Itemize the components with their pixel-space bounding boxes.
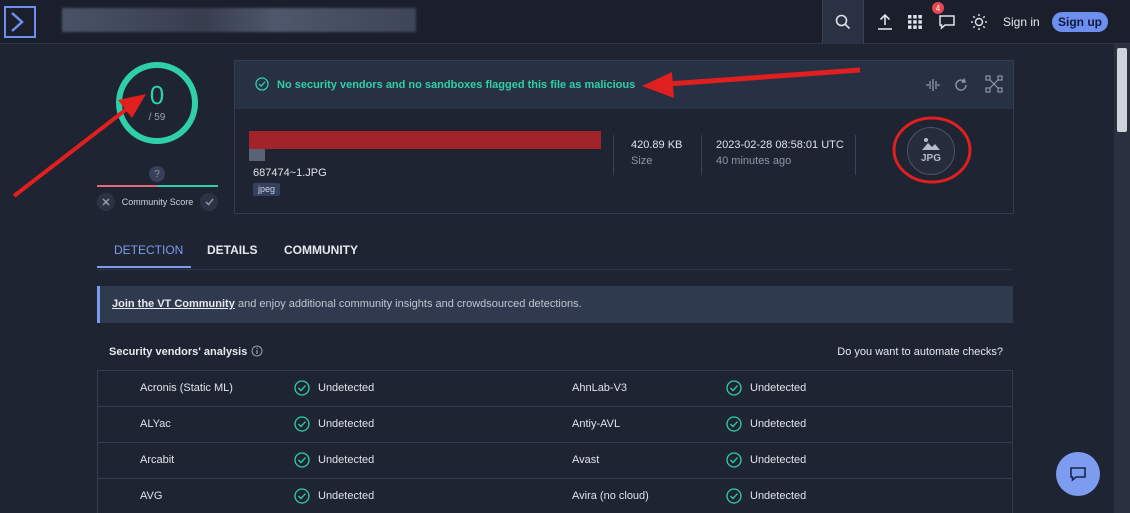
detection-count: 0 xyxy=(149,80,165,110)
file-type-label: JPG xyxy=(920,153,941,164)
check-circle-icon xyxy=(726,488,742,504)
search-button[interactable] xyxy=(822,0,864,44)
divider xyxy=(855,135,856,175)
section-title: Security vendors' analysis xyxy=(109,346,248,358)
vendors-section-header: Security vendors' analysis Do you want t… xyxy=(97,338,1013,368)
vendor-result: Undetected xyxy=(318,382,375,394)
file-size-label: Size xyxy=(631,155,653,167)
community-score-bar xyxy=(97,185,218,187)
analysis-date: 2023-02-28 08:58:01 UTC xyxy=(716,139,844,151)
check-circle-icon xyxy=(294,380,310,396)
check-icon xyxy=(205,198,214,206)
chat-button[interactable] xyxy=(1056,452,1100,496)
join-community-link[interactable]: Join the VT Community xyxy=(112,298,235,310)
compare-icon[interactable] xyxy=(925,77,941,93)
vendor-name: Antiy-AVL xyxy=(572,418,621,430)
reanalyze-icon[interactable] xyxy=(953,77,969,93)
vendor-name: AVG xyxy=(140,490,163,502)
check-circle-icon xyxy=(726,452,742,468)
top-bar: 4 Sign in Sign up xyxy=(0,0,1130,44)
vendor-name: ALYac xyxy=(140,418,171,430)
search-icon xyxy=(835,14,851,30)
apps-button[interactable] xyxy=(905,12,925,32)
file-summary-card: No security vendors and no sandboxes fla… xyxy=(234,60,1014,214)
vendor-name: Acronis (Static ML) xyxy=(140,382,233,394)
vote-harmful-button[interactable] xyxy=(97,193,115,211)
check-circle-icon xyxy=(726,380,742,396)
automate-checks-link[interactable]: Do you want to automate checks? xyxy=(837,346,1003,358)
vote-harmless-button[interactable] xyxy=(200,193,218,211)
tab-details[interactable]: DETAILS xyxy=(207,243,257,257)
vendor-result: Undetected xyxy=(318,418,375,430)
divider xyxy=(613,135,614,175)
vendor-result: Undetected xyxy=(750,454,807,466)
check-circle-icon xyxy=(294,452,310,468)
banner-text: and enjoy additional community insights … xyxy=(238,298,582,310)
help-icon[interactable]: ? xyxy=(149,166,165,182)
table-row: Arcabit Undetected Avast Undetected xyxy=(98,443,1012,479)
image-icon xyxy=(922,138,940,150)
verdict-header: No security vendors and no sandboxes fla… xyxy=(235,61,1013,109)
vendor-result: Undetected xyxy=(750,418,807,430)
file-hash-redacted-tail xyxy=(249,149,265,161)
active-tab-indicator xyxy=(97,266,191,268)
check-circle-icon xyxy=(294,416,310,432)
table-row: Acronis (Static ML) Undetected AhnLab-V3… xyxy=(98,371,1012,407)
vendor-result: Undetected xyxy=(750,382,807,394)
file-size: 420.89 KB xyxy=(631,139,683,151)
divider xyxy=(701,135,702,175)
notification-badge: 4 xyxy=(932,2,944,14)
theme-sun-icon xyxy=(971,14,987,30)
vendor-result: Undetected xyxy=(750,490,807,502)
vendors-table: Acronis (Static ML) Undetected AhnLab-V3… xyxy=(97,370,1013,513)
table-row: AVG Undetected Avira (no cloud) Undetect… xyxy=(98,479,1012,513)
tab-community[interactable]: COMMUNITY xyxy=(284,243,358,257)
check-circle-icon xyxy=(726,416,742,432)
apps-grid-icon xyxy=(908,15,922,29)
sign-up-button[interactable]: Sign up xyxy=(1052,12,1108,32)
scrollbar-thumb[interactable] xyxy=(1117,48,1127,132)
vendor-name: Avast xyxy=(572,454,600,466)
report-tabs: DETECTION DETAILS COMMUNITY xyxy=(97,236,1013,270)
chat-bubble-icon xyxy=(1070,467,1086,482)
check-circle-icon xyxy=(255,77,269,91)
virustotal-logo-icon[interactable] xyxy=(4,6,36,38)
vendor-result: Undetected xyxy=(318,490,375,502)
upload-button[interactable] xyxy=(875,12,895,32)
check-circle-icon xyxy=(294,488,310,504)
chat-icon xyxy=(939,15,955,30)
community-score: Community Score xyxy=(97,193,218,211)
notifications-button[interactable] xyxy=(937,12,957,32)
search-input[interactable] xyxy=(62,8,416,32)
theme-toggle-button[interactable] xyxy=(969,12,989,32)
file-tag[interactable]: jpeg xyxy=(253,183,281,196)
vendor-name: Avira (no cloud) xyxy=(572,490,649,502)
sign-in-link[interactable]: Sign in xyxy=(1003,15,1040,29)
file-type-badge xyxy=(907,127,955,175)
vendor-name: AhnLab-V3 xyxy=(572,382,628,394)
community-score-label: Community Score xyxy=(121,197,194,207)
graph-icon[interactable] xyxy=(985,75,1003,93)
community-banner: Join the VT Community and enjoy addition… xyxy=(97,286,1013,323)
table-row: ALYac Undetected Antiy-AVL Undetected xyxy=(98,407,1012,443)
detection-total: / 59 xyxy=(148,112,166,123)
tab-detection[interactable]: DETECTION xyxy=(114,243,183,257)
analysis-relative-time: 40 minutes ago xyxy=(716,155,792,167)
upload-icon xyxy=(878,13,892,30)
close-icon xyxy=(102,198,110,206)
verdict-message: No security vendors and no sandboxes fla… xyxy=(277,79,636,91)
file-name: 687474~1.JPG xyxy=(253,167,327,179)
info-icon[interactable] xyxy=(251,345,263,357)
file-hash-redacted xyxy=(249,131,601,149)
vendor-name: Arcabit xyxy=(140,454,175,466)
vendor-result: Undetected xyxy=(318,454,375,466)
